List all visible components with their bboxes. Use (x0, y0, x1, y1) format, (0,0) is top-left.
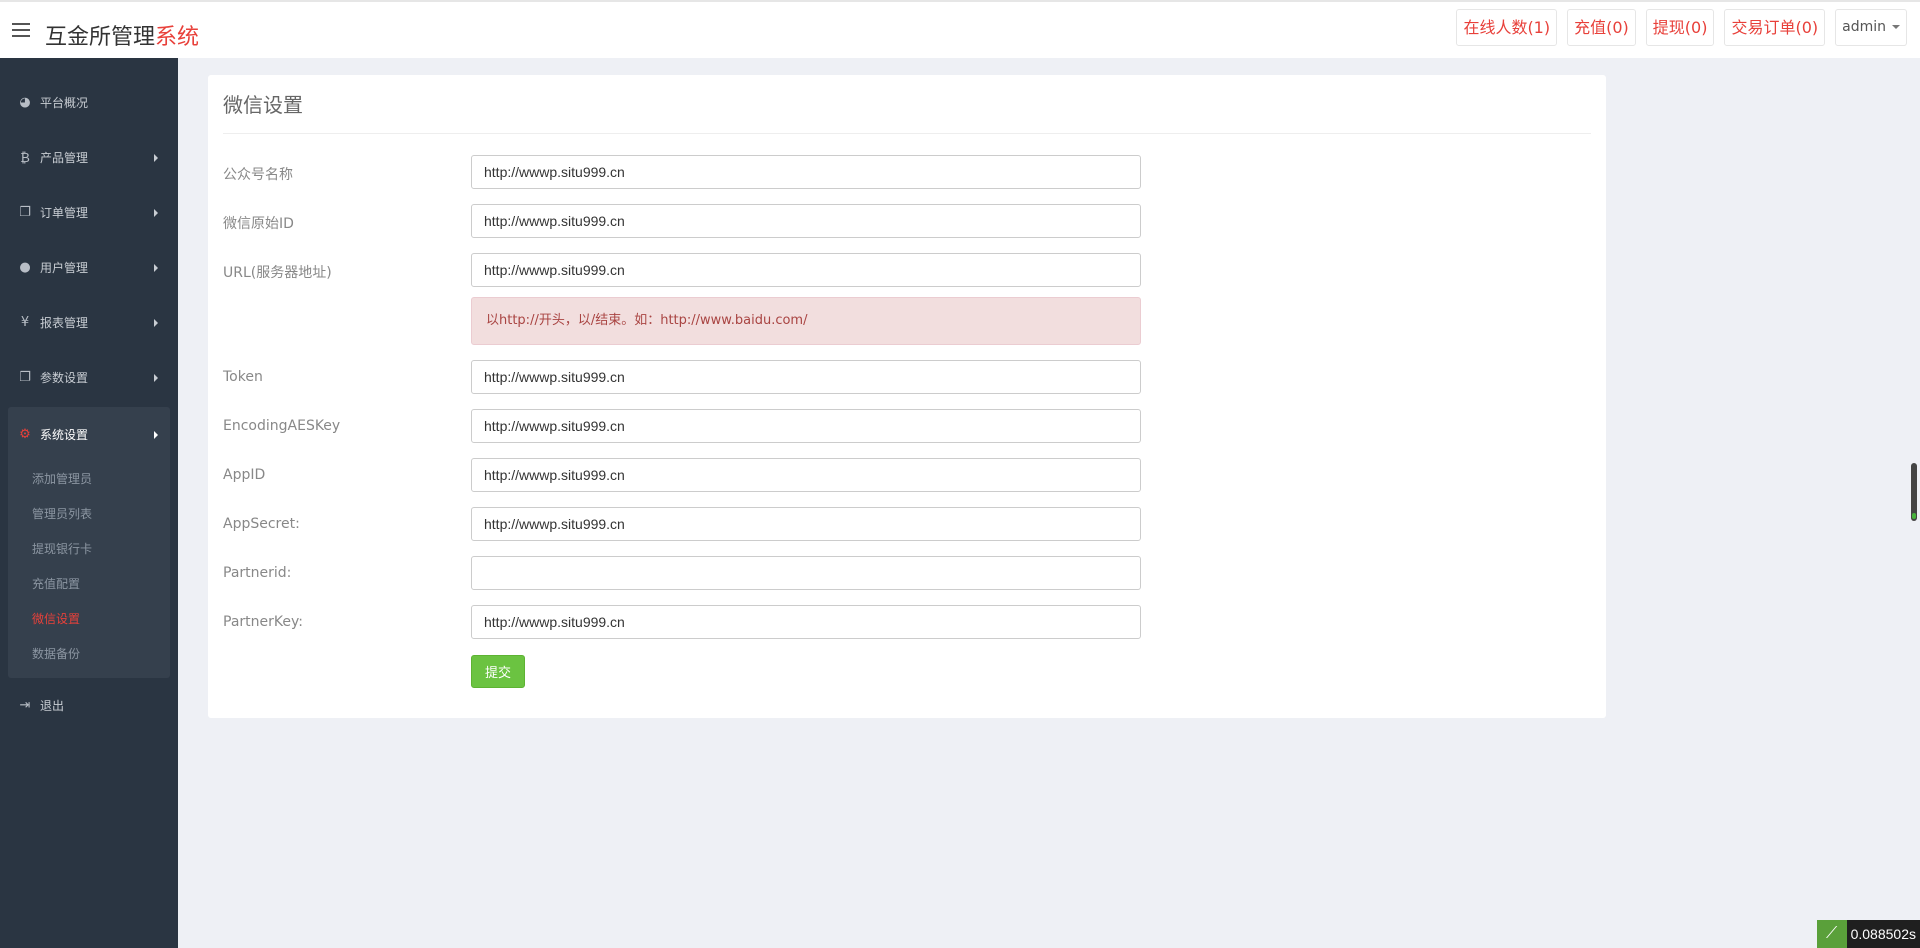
chevron-right-icon (154, 264, 158, 272)
sidebar-item-reports[interactable]: ¥ 报表管理 (0, 295, 178, 350)
field-label: 公众号名称 (223, 167, 293, 183)
encoding-aes-key-input[interactable] (471, 409, 1141, 443)
submit-button[interactable]: 提交 (471, 655, 525, 688)
yen-icon: ¥ (20, 315, 30, 330)
sidebar-item-orders[interactable]: ❐ 订单管理 (0, 185, 178, 240)
field-label: URL(服务器地址) (223, 265, 332, 281)
token-input[interactable] (471, 360, 1141, 394)
form-row-appsecret: AppSecret: (223, 507, 1141, 541)
sidebar-sub-data-backup[interactable]: 数据备份 (0, 637, 170, 672)
sidebar-sub-wechat-settings[interactable]: 微信设置 (0, 602, 170, 637)
sidebar-sub-recharge-config[interactable]: 充值配置 (0, 567, 170, 602)
field-label: AppID (223, 467, 266, 483)
chevron-right-icon (154, 431, 158, 439)
admin-label: admin (1842, 19, 1886, 35)
appsecret-input[interactable] (471, 507, 1141, 541)
field-label: Partnerid: (223, 565, 292, 581)
sidebar-item-label: 用户管理 (40, 261, 89, 275)
sidebar-item-label: 参数设置 (40, 371, 89, 385)
brand-main: 互金所管理 (45, 25, 156, 50)
brand-title: 互金所管理系统 (45, 19, 199, 51)
sidebar-item-label: 退出 (40, 699, 65, 713)
field-label: EncodingAESKey (223, 418, 341, 434)
field-label: AppSecret: (223, 516, 300, 532)
render-timer-badge: ⟋ 0.088502s (1816, 920, 1920, 948)
sidebar-sub-admin-list[interactable]: 管理员列表 (0, 497, 170, 532)
copy-icon: ❐ (19, 370, 31, 385)
field-label: 微信原始ID (223, 216, 294, 232)
recharge-button[interactable]: 充值(0) (1567, 9, 1636, 46)
sidebar: ◕ 平台概况 ₿ 产品管理 ❐ 订单管理 ● 用户管理 ¥ 报表管理 ❐ 参数设… (0, 58, 178, 948)
caret-down-icon (1892, 25, 1900, 29)
url-format-alert: 以http://开头，以/结束。如：http://www.baidu.com/ (471, 297, 1141, 345)
sidebar-item-label: 平台概况 (40, 96, 89, 110)
withdraw-button[interactable]: 提现(0) (1645, 9, 1715, 46)
sidebar-item-overview[interactable]: ◕ 平台概况 (0, 75, 178, 130)
field-label: Token (223, 369, 263, 385)
form-row-partnerid: Partnerid: (223, 556, 1141, 590)
original-id-input[interactable] (471, 204, 1141, 238)
top-header: 互金所管理系统 在线人数(1) 充值(0) 提现(0) 交易订单(0) admi… (0, 0, 1920, 58)
bitcoin-icon: ₿ (20, 150, 30, 166)
sidebar-item-label: 系统设置 (40, 428, 89, 442)
account-name-input[interactable] (471, 155, 1141, 189)
copy-icon: ❐ (19, 205, 31, 220)
partnerkey-input[interactable] (471, 605, 1141, 639)
timer-value: 0.088502s (1846, 920, 1920, 948)
sidebar-item-logout[interactable]: ⇥ 退出 (0, 678, 178, 733)
form-row-appid: AppID (223, 458, 1141, 492)
sign-out-icon: ⇥ (19, 698, 31, 713)
brand-accent: 系统 (155, 25, 200, 50)
sidebar-sub-add-admin[interactable]: 添加管理员 (0, 462, 170, 497)
sidebar-item-users[interactable]: ● 用户管理 (0, 240, 178, 295)
form-row-aes-key: EncodingAESKey (223, 409, 1141, 443)
page-title: 微信设置 (223, 93, 303, 117)
top-nav: 在线人数(1) 充值(0) 提现(0) 交易订单(0) admin (1456, 9, 1907, 46)
sidebar-item-label: 产品管理 (40, 151, 89, 165)
partnerid-input[interactable] (471, 556, 1141, 590)
sidebar-item-products[interactable]: ₿ 产品管理 (0, 130, 178, 185)
appid-input[interactable] (471, 458, 1141, 492)
chevron-right-icon (154, 209, 158, 217)
title-divider (223, 133, 1591, 134)
form-row-url: URL(服务器地址) (223, 253, 1141, 287)
sidebar-item-label: 报表管理 (40, 316, 89, 330)
sidebar-item-label: 订单管理 (40, 206, 89, 220)
sidebar-item-system[interactable]: ⚙ 系统设置 (8, 407, 170, 462)
orders-button[interactable]: 交易订单(0) (1724, 9, 1826, 46)
sidebar-group-system: ⚙ 系统设置 添加管理员 管理员列表 提现银行卡 充值配置 微信设置 数据备份 (8, 407, 170, 678)
timer-logo-icon: ⟋ (1816, 920, 1847, 948)
chevron-right-icon (154, 319, 158, 327)
form-row-account-name: 公众号名称 (223, 155, 1141, 189)
field-label: PartnerKey: (223, 614, 303, 630)
gears-icon: ⚙ (19, 427, 31, 442)
form-row-original-id: 微信原始ID (223, 204, 1141, 238)
hamburger-menu-icon[interactable] (12, 23, 30, 37)
sidebar-sub-bank-card[interactable]: 提现银行卡 (0, 532, 170, 567)
chevron-right-icon (154, 374, 158, 382)
chevron-right-icon (154, 154, 158, 162)
server-url-input[interactable] (471, 253, 1141, 287)
form-row-partnerkey: PartnerKey: (223, 605, 1141, 639)
form-row-token: Token (223, 360, 1141, 394)
scrollbar-thumb[interactable] (1911, 463, 1917, 521)
user-icon: ● (19, 260, 31, 275)
online-users-button[interactable]: 在线人数(1) (1456, 9, 1558, 46)
dashboard-icon: ◕ (19, 95, 31, 110)
admin-dropdown[interactable]: admin (1835, 9, 1907, 46)
wechat-settings-panel: 微信设置 公众号名称 微信原始ID URL(服务器地址) 以http://开头，… (208, 75, 1606, 718)
sidebar-item-params[interactable]: ❐ 参数设置 (0, 350, 178, 405)
